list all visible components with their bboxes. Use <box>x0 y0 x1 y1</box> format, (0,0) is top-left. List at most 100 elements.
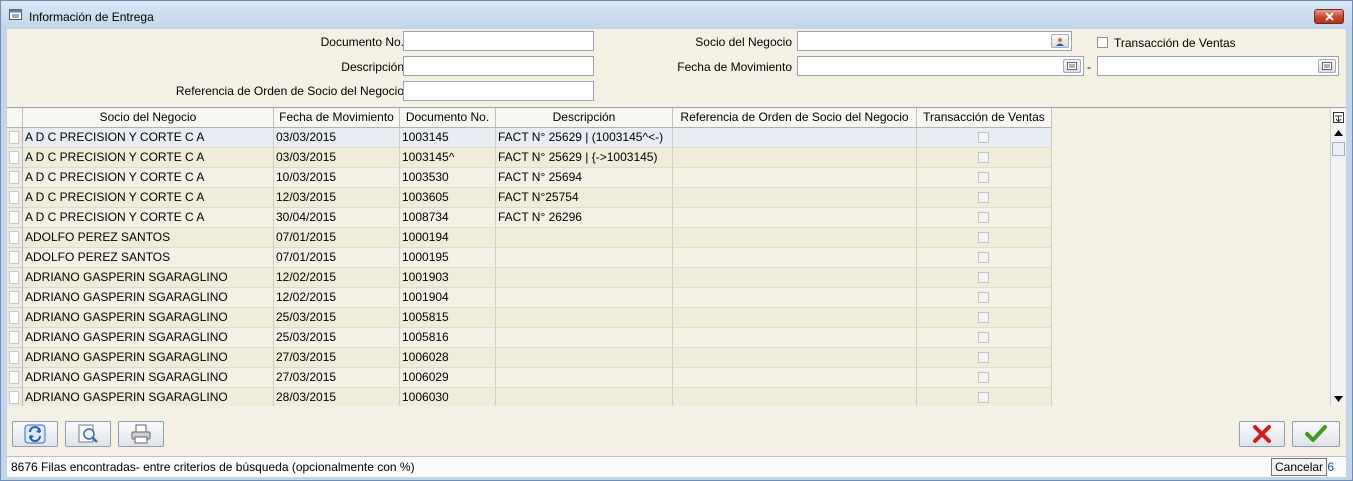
window-icon <box>9 9 22 20</box>
table-row[interactable]: ADRIANO GASPERIN SGARAGLINO 25/03/2015 100… <box>7 328 1052 348</box>
close-button[interactable] <box>1314 9 1344 24</box>
column-header-descripcion[interactable]: Descripción <box>496 108 673 127</box>
documento-no-field[interactable] <box>403 31 594 51</box>
cell-documento: 1003145 <box>400 128 496 148</box>
table-row[interactable]: ADRIANO GASPERIN SGARAGLINO 27/03/2015 100… <box>7 368 1052 388</box>
fecha-hasta-calendar-button[interactable] <box>1318 59 1336 73</box>
transaccion-ventas-row-checkbox[interactable] <box>978 132 989 143</box>
row-selector[interactable] <box>7 288 23 308</box>
scroll-down-icon[interactable] <box>1334 396 1343 402</box>
table-row[interactable]: ADRIANO GASPERIN SGARAGLINO 12/02/2015 100… <box>7 268 1052 288</box>
transaccion-ventas-row-checkbox[interactable] <box>978 172 989 183</box>
column-header-transaccion[interactable]: Transacción de Ventas <box>917 108 1052 127</box>
cell-fecha: 30/04/2015 <box>274 208 400 228</box>
table-row[interactable]: ADOLFO PEREZ SANTOS 07/01/2015 1000194 <box>7 228 1052 248</box>
person-icon <box>1056 38 1064 46</box>
cell-fecha: 27/03/2015 <box>274 348 400 368</box>
table-row[interactable]: A D C PRECISION Y CORTE C A 12/03/2015 100… <box>7 188 1052 208</box>
cell-socio: A D C PRECISION Y CORTE C A <box>23 188 274 208</box>
title-bar[interactable]: Información de Entrega <box>1 1 1352 28</box>
table-row[interactable]: A D C PRECISION Y CORTE C A 03/03/2015 100… <box>7 128 1052 148</box>
table-row[interactable]: ADRIANO GASPERIN SGARAGLINO 25/03/2015 100… <box>7 308 1052 328</box>
row-selector[interactable] <box>7 368 23 388</box>
cell-documento: 1008734 <box>400 208 496 228</box>
column-chooser-button[interactable] <box>1331 108 1346 127</box>
cell-documento: 1003530 <box>400 168 496 188</box>
row-selector[interactable] <box>7 308 23 328</box>
transaccion-ventas-row-checkbox[interactable] <box>978 332 989 343</box>
row-selector[interactable] <box>7 208 23 228</box>
cell-documento: 1000195 <box>400 248 496 268</box>
table-row[interactable]: A D C PRECISION Y CORTE C A 30/04/2015 100… <box>7 208 1052 228</box>
zoom-button[interactable] <box>65 421 111 447</box>
cell-referencia <box>673 388 917 406</box>
refresh-button[interactable] <box>12 421 58 447</box>
row-selector[interactable] <box>7 188 23 208</box>
transaccion-ventas-checkbox[interactable] <box>1097 37 1108 48</box>
transaccion-ventas-row-checkbox[interactable] <box>978 352 989 363</box>
table-row[interactable]: A D C PRECISION Y CORTE C A 10/03/2015 100… <box>7 168 1052 188</box>
column-header-socio[interactable]: Socio del Negocio <box>23 108 274 127</box>
cell-descripcion <box>496 228 673 248</box>
row-selector[interactable] <box>7 268 23 288</box>
cell-referencia <box>673 368 917 388</box>
row-selector[interactable] <box>7 248 23 268</box>
cell-descripcion <box>496 368 673 388</box>
cell-fecha: 25/03/2015 <box>274 308 400 328</box>
cell-fecha: 10/03/2015 <box>274 168 400 188</box>
column-header-referencia[interactable]: Referencia de Orden de Socio del Negocio <box>673 108 917 127</box>
row-selector[interactable] <box>7 348 23 368</box>
table-row[interactable]: ADRIANO GASPERIN SGARAGLINO 27/03/2015 100… <box>7 348 1052 368</box>
row-selector[interactable] <box>7 148 23 168</box>
socio-field[interactable] <box>797 31 1072 51</box>
transaccion-ventas-row-checkbox[interactable] <box>978 252 989 263</box>
row-selector[interactable] <box>7 328 23 348</box>
transaccion-ventas-row-checkbox[interactable] <box>978 192 989 203</box>
cell-socio: ADRIANO GASPERIN SGARAGLINO <box>23 268 274 288</box>
cell-transaccion <box>917 208 1052 228</box>
transaccion-ventas-row-checkbox[interactable] <box>978 312 989 323</box>
cell-fecha: 07/01/2015 <box>274 228 400 248</box>
transaccion-ventas-row-checkbox[interactable] <box>978 372 989 383</box>
ok-button[interactable] <box>1292 421 1340 447</box>
cell-referencia <box>673 288 917 308</box>
calendar-icon <box>1322 62 1332 70</box>
red-x-icon <box>1253 425 1271 443</box>
transaccion-ventas-row-checkbox[interactable] <box>978 392 989 403</box>
table-row[interactable]: ADOLFO PEREZ SANTOS 07/01/2015 1000195 <box>7 248 1052 268</box>
descripcion-field[interactable] <box>403 56 594 76</box>
fecha-desde-field[interactable] <box>797 56 1084 76</box>
cell-fecha: 28/03/2015 <box>274 388 400 406</box>
table-row[interactable]: A D C PRECISION Y CORTE C A 03/03/2015 100… <box>7 148 1052 168</box>
row-selector[interactable] <box>7 128 23 148</box>
fecha-hasta-field[interactable] <box>1097 56 1339 76</box>
close-icon <box>1325 12 1334 21</box>
cell-socio: A D C PRECISION Y CORTE C A <box>23 208 274 228</box>
transaccion-ventas-row-checkbox[interactable] <box>978 292 989 303</box>
transaccion-ventas-row-checkbox[interactable] <box>978 272 989 283</box>
fecha-desde-calendar-button[interactable] <box>1063 59 1081 73</box>
cell-descripcion <box>496 348 673 368</box>
transaccion-ventas-row-checkbox[interactable] <box>978 152 989 163</box>
vertical-scrollbar[interactable] <box>1330 108 1346 406</box>
cell-fecha: 25/03/2015 <box>274 328 400 348</box>
row-selector[interactable] <box>7 388 23 406</box>
cell-transaccion <box>917 328 1052 348</box>
row-selector[interactable] <box>7 168 23 188</box>
print-button[interactable] <box>118 421 164 447</box>
scroll-up-icon[interactable] <box>1334 130 1343 136</box>
transaccion-ventas-row-checkbox[interactable] <box>978 212 989 223</box>
fecha-label: Fecha de Movimiento <box>677 60 792 74</box>
cancel-button[interactable] <box>1239 421 1285 447</box>
scroll-thumb[interactable] <box>1332 142 1345 156</box>
row-selector[interactable] <box>7 228 23 248</box>
socio-lookup-button[interactable] <box>1051 34 1069 48</box>
print-icon <box>131 424 151 444</box>
transaccion-ventas-row-checkbox[interactable] <box>978 232 989 243</box>
column-header-fecha[interactable]: Fecha de Movimiento <box>274 108 400 127</box>
referencia-field[interactable] <box>403 81 594 101</box>
cell-documento: 1005816 <box>400 328 496 348</box>
column-header-documento[interactable]: Documento No. <box>400 108 496 127</box>
table-row[interactable]: ADRIANO GASPERIN SGARAGLINO 12/02/2015 100… <box>7 288 1052 308</box>
table-row[interactable]: ADRIANO GASPERIN SGARAGLINO 28/03/2015 100… <box>7 388 1052 406</box>
